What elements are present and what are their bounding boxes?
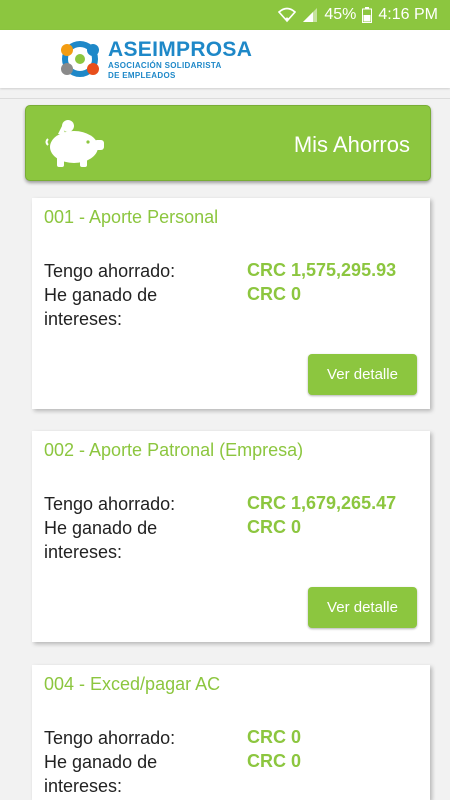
saved-label: Tengo ahorrado:	[44, 494, 176, 514]
interest-label-cont: intereses:	[44, 776, 123, 796]
savings-banner: Mis Ahorros	[25, 105, 431, 181]
app-header: ASEIMPROSA ASOCIACIÓN SOLIDARISTA DE EMP…	[0, 30, 450, 88]
divider	[0, 98, 450, 99]
account-title: 004 - Exced/pagar AC	[44, 674, 221, 694]
clock: 4:16 PM	[378, 6, 438, 23]
status-bar: 45% 4:16 PM	[0, 0, 450, 30]
piggy-bank-icon	[44, 118, 106, 173]
battery-icon	[362, 7, 373, 23]
interest-value: CRC 0	[247, 284, 302, 304]
interest-label: He ganado de	[44, 752, 158, 772]
interest-value: CRC 0	[247, 517, 302, 537]
saved-value: CRC 1,575,295.93	[247, 260, 397, 280]
savings-account-card: 004 - Exced/pagar AC Tengo ahorrado: CRC…	[32, 665, 430, 800]
savings-account-card: 002 - Aporte Patronal (Empresa) Tengo ah…	[32, 431, 430, 642]
battery-percent: 45%	[324, 6, 357, 23]
saved-label: Tengo ahorrado:	[44, 728, 176, 748]
interest-value: CRC 0	[247, 751, 302, 771]
saved-value: CRC 0	[247, 727, 302, 747]
logo-subtitle-1: ASOCIACIÓN SOLIDARISTA	[108, 60, 222, 70]
logo-mark-icon	[61, 41, 99, 77]
interest-label: He ganado de	[44, 518, 158, 538]
interest-label-cont: intereses:	[44, 542, 123, 562]
account-title: 001 - Aporte Personal	[44, 207, 219, 227]
interest-label: He ganado de	[44, 285, 158, 305]
view-detail-button[interactable]: Ver detalle	[308, 354, 417, 395]
page-title: Mis Ahorros	[293, 132, 410, 157]
savings-account-card: 001 - Aporte Personal Tengo ahorrado: CR…	[32, 198, 430, 409]
view-detail-button[interactable]: Ver detalle	[308, 587, 417, 628]
interest-label-cont: intereses:	[44, 309, 123, 329]
account-title: 002 - Aporte Patronal (Empresa)	[44, 440, 304, 460]
logo-subtitle-2: DE EMPLEADOS	[108, 70, 176, 80]
signal-icon	[302, 7, 318, 23]
app-logo: ASEIMPROSA ASOCIACIÓN SOLIDARISTA DE EMP…	[58, 36, 258, 82]
wifi-icon	[278, 7, 297, 23]
saved-label: Tengo ahorrado:	[44, 261, 176, 281]
saved-value: CRC 1,679,265.47	[247, 493, 397, 513]
logo-name: ASEIMPROSA	[108, 37, 253, 61]
